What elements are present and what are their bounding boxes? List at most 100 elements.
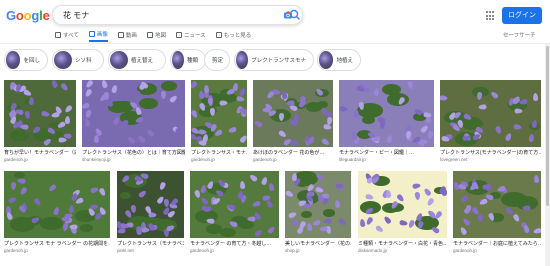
flower-petal <box>289 218 300 227</box>
flower-petal <box>238 106 247 115</box>
tab-news[interactable]: ニュース <box>175 28 206 42</box>
image-result[interactable]: 美しいモナラベンダー（花の… shop.jp <box>285 171 351 253</box>
result-title[interactable]: 育ちが早い！モナラベンダー（白や紫の花）… <box>4 149 76 156</box>
tab-label: ニュース <box>183 33 206 39</box>
flower-petal <box>65 115 71 124</box>
tab-images[interactable]: 画像 <box>88 28 108 42</box>
image-result[interactable]: プレクトランサス モナ ラベンダー の花期間を… gardenoh.jp <box>4 171 110 253</box>
safesearch-toggle[interactable]: セーフサーチ <box>503 31 536 39</box>
leaf-shape <box>160 81 177 92</box>
flower-petal <box>305 222 313 232</box>
result-title[interactable]: モナラベンダー の育て方・冬越し… <box>190 240 279 247</box>
flower-petal <box>427 130 434 140</box>
image-result[interactable]: プレクトランサス（モナラベン… pinkl.net <box>117 171 184 253</box>
chip-label: 地植え <box>336 58 353 64</box>
image-result[interactable]: モナラベンダー・ピー・図鑑｜… lifeguardair.jp <box>339 80 434 162</box>
result-source: shunkenyoji.jp <box>82 157 111 162</box>
flower-petal <box>19 185 29 196</box>
flower-petal <box>315 186 325 194</box>
chip[interactable]: シソ科 <box>52 49 104 71</box>
flower-petal <box>210 108 216 117</box>
tab-label: 地図 <box>154 33 166 39</box>
result-title[interactable]: あけぼのラベンダー 花の色が… <box>253 149 333 156</box>
result-thumbnail <box>440 80 541 147</box>
flower-petal <box>219 100 229 106</box>
result-thumbnail <box>82 80 185 147</box>
flower-petal <box>62 222 70 232</box>
flower-petal <box>137 134 147 144</box>
chip-thumbnail <box>236 51 249 69</box>
image-result[interactable]: あけぼのラベンダー 花の色が… gardenoh.jp <box>253 80 333 162</box>
result-title[interactable]: プレクトランサス(モナラベンダー)の育て方… <box>440 149 541 156</box>
flower-petal <box>199 196 209 206</box>
flower-petal <box>288 104 298 113</box>
result-title[interactable]: モナラベンダー｜お庭に植えてみたら… <box>453 240 541 247</box>
image-result[interactable]: プレクトランサス（花色の）とは｜育て方図鑑… shunkenyoji.jp <box>82 80 185 162</box>
result-source: lovegreen.net <box>440 157 468 162</box>
image-result[interactable]: プレクトランサス・モナ… gardenoh.jp <box>191 80 247 162</box>
scrollbar-thumb[interactable] <box>546 46 549 206</box>
flower-petal <box>168 94 179 104</box>
result-title[interactable]: プレクトランサス・モナ… <box>191 149 247 156</box>
result-title[interactable]: プレクトランサス モナ ラベンダー の花期間を… <box>4 240 110 247</box>
chip[interactable]: 植え替え <box>108 49 166 71</box>
result-title[interactable]: プレクトランサス（花色の）とは｜育て方図鑑… <box>82 149 185 156</box>
flower-petal <box>203 85 210 94</box>
flower-petal <box>50 80 59 89</box>
image-result[interactable]: ミ種類・モナラベンダー・白花・青色… diskanmado.jp <box>358 171 447 253</box>
image-result[interactable]: プレクトランサス(モナラベンダー)の育て方… lovegreen.net <box>440 80 541 162</box>
result-source: gardenoh.jp <box>191 157 215 162</box>
flower-petal <box>489 90 499 100</box>
logo-letter: G <box>6 8 16 23</box>
search-input[interactable]: 花 モナ <box>63 10 89 21</box>
flower-petal <box>16 177 26 184</box>
google-logo[interactable]: Google <box>6 8 50 23</box>
chip[interactable]: プレクトランサスモナ <box>234 49 314 71</box>
flower-petal <box>423 187 432 197</box>
result-title[interactable]: 美しいモナラベンダー（花の… <box>285 240 351 247</box>
chip-label: シソ科 <box>75 58 92 64</box>
tab-more[interactable]: もっと見る <box>215 28 251 42</box>
result-source: gardenoh.jp <box>253 157 277 162</box>
tab-label: 動画 <box>125 33 137 39</box>
tab-videos[interactable]: 動画 <box>117 28 137 42</box>
tab-maps[interactable]: 地図 <box>146 28 166 42</box>
logo-letter: g <box>31 8 40 23</box>
flower-petal <box>5 210 13 221</box>
flower-petal <box>249 173 259 183</box>
tab-all[interactable]: すべて <box>55 28 79 42</box>
leaf-shape <box>386 92 409 107</box>
chip[interactable]: 剪定 <box>204 49 230 71</box>
result-title[interactable]: ミ種類・モナラベンダー・白花・青色… <box>358 240 447 247</box>
flower-petal <box>98 186 107 197</box>
flower-petal <box>461 217 472 227</box>
flower-petal <box>239 134 247 144</box>
tab-label: 画像 <box>96 32 108 38</box>
flower-petal <box>7 196 18 204</box>
flower-petal <box>56 120 67 129</box>
chip[interactable]: 種類 <box>170 49 206 71</box>
flower-petal <box>476 91 483 100</box>
chip[interactable]: 地植え <box>317 49 361 71</box>
search-icon[interactable] <box>287 6 303 24</box>
flower-petal <box>522 205 531 211</box>
flower-petal <box>338 217 348 227</box>
image-result[interactable]: モナラベンダー の育て方・冬越し… gardenoh.jp <box>190 171 279 253</box>
chip-thumbnail <box>172 51 184 69</box>
flower-petal <box>236 95 246 103</box>
result-title[interactable]: プレクトランサス（モナラベン… <box>117 240 184 247</box>
logo-letter: e <box>42 8 50 23</box>
login-button[interactable]: ログイン <box>502 7 542 24</box>
apps-grid-icon[interactable] <box>486 11 496 21</box>
result-title[interactable]: モナラベンダー・ピー・図鑑｜… <box>339 149 434 156</box>
flower-petal <box>440 94 448 101</box>
search-box[interactable]: 花 モナ <box>52 5 303 25</box>
flower-petal <box>228 126 238 134</box>
flower-petal <box>191 80 199 90</box>
result-source: pinkl.net <box>117 248 134 253</box>
flower-petal <box>267 182 275 192</box>
image-result[interactable]: 育ちが早い！モナラベンダー（白や紫の花）… gardenoh.jp <box>4 80 76 162</box>
chip[interactable]: を回し <box>4 49 48 71</box>
result-thumbnail <box>117 171 184 238</box>
image-result[interactable]: モナラベンダー｜お庭に植えてみたら… gardenoh.jp <box>453 171 541 253</box>
